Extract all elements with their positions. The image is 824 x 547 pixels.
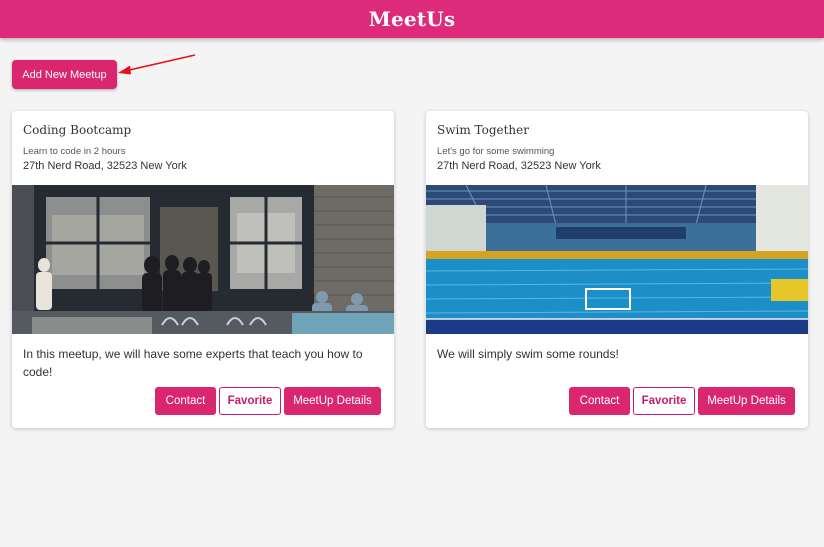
meetup-subtitle: Let's go for some swimming — [437, 146, 555, 157]
card-actions: Contact Favorite MeetUp Details — [569, 387, 795, 415]
favorite-button[interactable]: Favorite — [219, 387, 281, 415]
favorite-button[interactable]: Favorite — [633, 387, 695, 415]
meetup-address: 27th Nerd Road, 32523 New York — [437, 160, 601, 172]
meetup-address: 27th Nerd Road, 32523 New York — [23, 160, 187, 172]
add-new-meetup-button[interactable]: Add New Meetup — [12, 60, 117, 89]
contact-button[interactable]: Contact — [155, 387, 216, 415]
card-actions: Contact Favorite MeetUp Details — [155, 387, 381, 415]
meetup-card: Swim Together Let's go for some swimming… — [426, 111, 808, 428]
meetup-description: In this meetup, we will have some expert… — [23, 347, 363, 379]
meetup-subtitle: Learn to code in 2 hours — [23, 146, 126, 157]
brand-title: MeetUs — [368, 7, 456, 31]
app-header: MeetUs — [0, 0, 824, 38]
meetup-details-button[interactable]: MeetUp Details — [698, 387, 795, 415]
contact-button[interactable]: Contact — [569, 387, 630, 415]
meetup-image-coding-bootcamp — [12, 185, 394, 334]
meetup-title: Coding Bootcamp — [23, 123, 132, 137]
meetup-title: Swim Together — [437, 123, 529, 137]
meetup-details-button[interactable]: MeetUp Details — [284, 387, 381, 415]
meetup-card: Coding Bootcamp Learn to code in 2 hours… — [12, 111, 394, 428]
meetup-image-swim-together — [426, 185, 808, 334]
annotation-arrow-icon — [118, 54, 196, 75]
meetup-description: We will simply swim some rounds! — [437, 347, 619, 361]
